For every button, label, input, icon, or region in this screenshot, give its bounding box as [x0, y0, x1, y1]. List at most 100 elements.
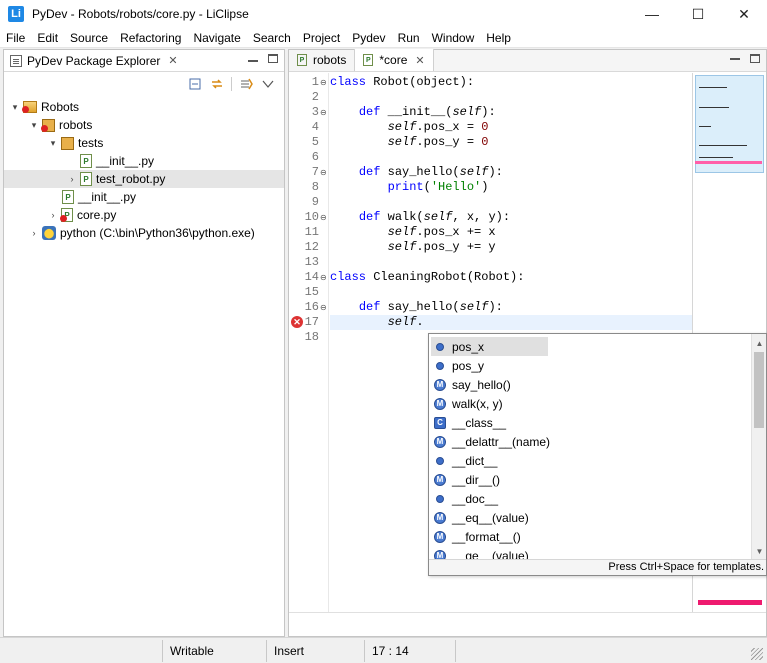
- menu-refactoring[interactable]: Refactoring: [114, 31, 187, 45]
- code-line[interactable]: self.pos_x = 0: [330, 120, 692, 135]
- line-number-gutter: 1 ⊖ 2 3 ⊖ 4 5 6 7 ⊖ 8 9 10 ⊖ 11 12 13 14 ⊖ 15 16 ⊖ 17 ✕ 18: [289, 73, 329, 613]
- tree-item-label: test_robot.py: [96, 172, 166, 186]
- view-menu-chevron-down-icon[interactable]: [260, 76, 276, 92]
- code-line[interactable]: self.pos_y += y: [330, 240, 692, 255]
- fold-toggle-icon[interactable]: ⊖: [320, 75, 328, 90]
- tree-item-tests-init[interactable]: P __init__.py: [4, 152, 284, 170]
- completion-item[interactable]: Msay_hello(): [431, 375, 751, 394]
- completion-item[interactable]: __doc__: [431, 489, 751, 508]
- expand-chevron-icon[interactable]: ▾: [48, 138, 58, 148]
- minimap-error-highlight: [695, 161, 762, 164]
- fold-toggle-icon[interactable]: ⊖: [320, 270, 328, 285]
- line-number: 11: [304, 225, 319, 239]
- maximize-button[interactable]: ☐: [675, 0, 721, 28]
- tab-robots[interactable]: P robots: [289, 49, 356, 71]
- tree-item-tests-package[interactable]: ▾ tests: [4, 134, 284, 152]
- fold-toggle-icon[interactable]: ⊖: [320, 300, 328, 315]
- tree-item-robots-package[interactable]: ▾ robots: [4, 116, 284, 134]
- expand-chevron-icon[interactable]: ›: [29, 228, 39, 238]
- tree-item-robots-project[interactable]: ▾ Robots: [4, 98, 284, 116]
- completion-item[interactable]: M __format__(): [431, 527, 751, 546]
- completion-item[interactable]: __dict__: [431, 451, 751, 470]
- error-marker-icon[interactable]: ✕: [291, 316, 303, 328]
- menu-run[interactable]: Run: [392, 31, 426, 45]
- completion-item[interactable]: pos_x: [431, 337, 548, 356]
- expand-chevron-icon[interactable]: ▾: [29, 120, 39, 130]
- window-title: PyDev - Robots/robots/core.py - LiClipse: [32, 7, 249, 21]
- code-line[interactable]: def __init__(self):: [330, 105, 692, 120]
- tree-item-robots-init[interactable]: P __init__.py: [4, 188, 284, 206]
- completion-item[interactable]: M __eq__(value): [431, 508, 751, 527]
- minimize-button[interactable]: —: [629, 0, 675, 28]
- menu-source[interactable]: Source: [64, 31, 114, 45]
- minimize-view-icon[interactable]: [248, 59, 258, 62]
- completion-label: pos_x: [452, 339, 485, 354]
- title-bar: Li PyDev - Robots/robots/core.py - LiCli…: [0, 0, 767, 28]
- scrollbar-thumb[interactable]: [754, 352, 764, 428]
- link-with-editor-icon[interactable]: [209, 76, 225, 92]
- code-line[interactable]: [330, 150, 692, 165]
- tree-item-label: tests: [78, 136, 104, 150]
- tab-core[interactable]: P *core ✕: [355, 49, 434, 71]
- menu-window[interactable]: Window: [426, 31, 481, 45]
- close-tab-icon[interactable]: ✕: [415, 54, 424, 67]
- tree-item-test-robot[interactable]: › P test_robot.py: [4, 170, 284, 188]
- maximize-view-icon[interactable]: [268, 54, 278, 63]
- menu-search[interactable]: Search: [247, 31, 297, 45]
- close-window-button[interactable]: ✕: [721, 0, 767, 28]
- menu-file[interactable]: File: [0, 31, 31, 45]
- package-explorer-tab[interactable]: PyDev Package Explorer ✕: [4, 50, 284, 72]
- code-line[interactable]: self.: [330, 315, 692, 330]
- code-line[interactable]: def walk(self, x, y):: [330, 210, 692, 225]
- fold-toggle-icon[interactable]: ⊖: [320, 165, 328, 180]
- minimap-viewport[interactable]: [695, 75, 764, 173]
- tree-item-core[interactable]: › P core.py: [4, 206, 284, 224]
- tree-item-label: robots: [59, 118, 93, 132]
- expand-chevron-icon[interactable]: ▾: [10, 102, 20, 112]
- expand-chevron-icon[interactable]: ›: [48, 210, 58, 220]
- code-line[interactable]: def say_hello(self):: [330, 165, 692, 180]
- maximize-editor-icon[interactable]: [750, 54, 760, 63]
- code-line[interactable]: [330, 195, 692, 210]
- code-line[interactable]: self.pos_x += x: [330, 225, 692, 240]
- completion-item[interactable]: C __class__: [431, 413, 751, 432]
- scroll-down-icon[interactable]: ▼: [752, 544, 767, 558]
- code-line[interactable]: class Robot(object):: [330, 75, 692, 90]
- completion-item[interactable]: pos_y: [431, 356, 751, 375]
- resize-grip-icon[interactable]: [751, 648, 763, 660]
- menu-project[interactable]: Project: [297, 31, 346, 45]
- line-number: 18: [304, 330, 319, 344]
- line-number: 14: [304, 270, 319, 284]
- fold-toggle-icon[interactable]: ⊖: [320, 105, 328, 120]
- line-number: 13: [304, 255, 319, 269]
- focus-icon[interactable]: [238, 76, 254, 92]
- code-line[interactable]: self.pos_y = 0: [330, 135, 692, 150]
- method-icon: M: [434, 397, 446, 410]
- fold-toggle-icon[interactable]: ⊖: [320, 210, 328, 225]
- attribute-icon: [436, 456, 444, 465]
- line-number: 15: [304, 285, 319, 299]
- completion-scrollbar[interactable]: ▲ ▼: [751, 334, 766, 560]
- code-line[interactable]: class CleaningRobot(Robot):: [330, 270, 692, 285]
- code-line[interactable]: def say_hello(self):: [330, 300, 692, 315]
- menu-help[interactable]: Help: [480, 31, 517, 45]
- code-line[interactable]: [330, 255, 692, 270]
- menu-pydev[interactable]: Pydev: [346, 31, 391, 45]
- completion-item[interactable]: Mwalk(x, y): [431, 394, 751, 413]
- expand-chevron-icon[interactable]: ›: [67, 174, 77, 184]
- collapse-all-icon[interactable]: [187, 76, 203, 92]
- completion-item[interactable]: M __delattr__(name): [431, 432, 751, 451]
- completion-label: walk(x, y): [452, 396, 503, 411]
- menu-edit[interactable]: Edit: [31, 31, 64, 45]
- line-number: 1: [311, 75, 319, 89]
- code-line[interactable]: print('Hello'): [330, 180, 692, 195]
- close-tab-icon[interactable]: ✕: [168, 54, 177, 67]
- completion-label: __class__: [452, 415, 507, 430]
- code-line[interactable]: [330, 285, 692, 300]
- menu-navigate[interactable]: Navigate: [187, 31, 246, 45]
- minimize-editor-icon[interactable]: [730, 58, 740, 60]
- tree-item-python-interpreter[interactable]: › ⬤ python (C:\bin\Python36\python.exe): [4, 224, 284, 242]
- code-line[interactable]: [330, 90, 692, 105]
- completion-item[interactable]: M __dir__(): [431, 470, 751, 489]
- scroll-up-icon[interactable]: ▲: [752, 336, 767, 350]
